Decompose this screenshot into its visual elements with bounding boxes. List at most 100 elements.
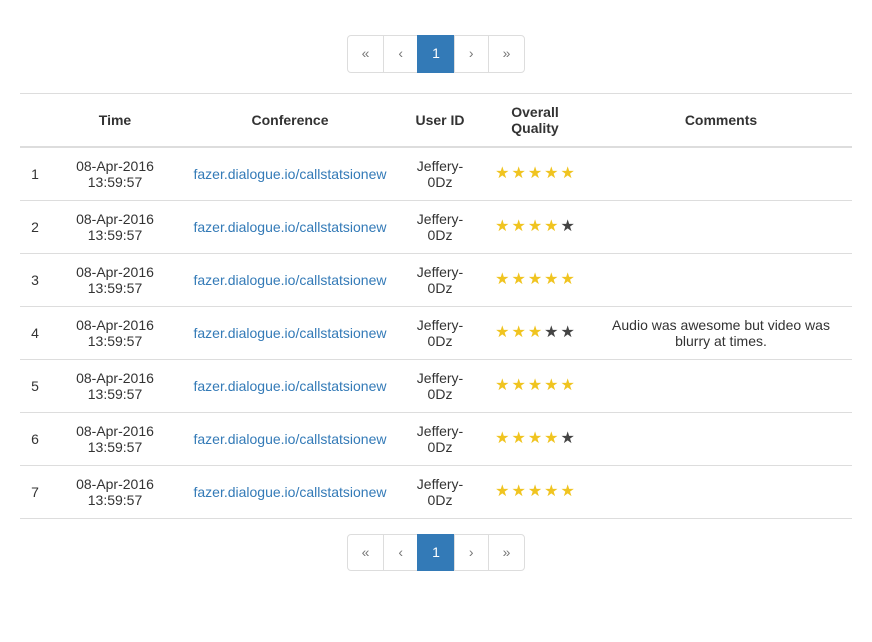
star-icon: ★ [495,376,509,395]
star-icon: ★ [528,482,542,501]
star-icon: ★ [544,323,558,342]
cell-user-id: Jeffery-0Dz [400,412,480,465]
star-rating: ★★★★★ [494,323,576,342]
conference-link[interactable]: fazer.dialogue.io/callstatsionew [193,272,386,288]
cell-conference: fazer.dialogue.io/callstatsionew [180,465,400,518]
page-next-button[interactable]: › [454,35,489,73]
page-prev-button[interactable]: ‹ [383,534,418,572]
star-icon: ★ [561,323,575,342]
star-icon: ★ [495,429,509,448]
star-rating: ★★★★★ [494,429,576,448]
feedback-table: Time Conference User ID Overall Quality … [20,93,852,519]
star-rating: ★★★★★ [494,270,576,289]
star-icon: ★ [561,164,575,183]
cell-conference: fazer.dialogue.io/callstatsionew [180,306,400,359]
cell-index: 6 [20,412,50,465]
star-icon: ★ [495,270,509,289]
star-icon: ★ [544,217,558,236]
cell-comments [590,359,852,412]
cell-conference: fazer.dialogue.io/callstatsionew [180,359,400,412]
page-number-button[interactable]: 1 [417,35,455,73]
cell-index: 4 [20,306,50,359]
cell-overall-quality: ★★★★★ [480,306,590,359]
star-icon: ★ [511,482,525,501]
cell-user-id: Jeffery-0Dz [400,359,480,412]
cell-index: 5 [20,359,50,412]
table-row: 208-Apr-2016 13:59:57 fazer.dialogue.io/c… [20,200,852,253]
header-overall-quality: Overall Quality [480,93,590,147]
cell-overall-quality: ★★★★★ [480,147,590,201]
header-time: Time [50,93,180,147]
cell-overall-quality: ★★★★★ [480,412,590,465]
cell-overall-quality: ★★★★★ [480,200,590,253]
conference-link[interactable]: fazer.dialogue.io/callstatsionew [193,378,386,394]
page-last-button[interactable]: » [488,35,526,73]
conference-link[interactable]: fazer.dialogue.io/callstatsionew [193,325,386,341]
cell-user-id: Jeffery-0Dz [400,253,480,306]
star-icon: ★ [561,270,575,289]
star-icon: ★ [528,217,542,236]
cell-overall-quality: ★★★★★ [480,253,590,306]
page-number-button[interactable]: 1 [417,534,455,572]
conference-link[interactable]: fazer.dialogue.io/callstatsionew [193,484,386,500]
cell-time: 08-Apr-2016 13:59:57 [50,306,180,359]
cell-user-id: Jeffery-0Dz [400,147,480,201]
star-icon: ★ [544,164,558,183]
conference-link[interactable]: fazer.dialogue.io/callstatsionew [193,219,386,235]
cell-comments [590,465,852,518]
cell-conference: fazer.dialogue.io/callstatsionew [180,412,400,465]
star-rating: ★★★★★ [494,482,576,501]
cell-time: 08-Apr-2016 13:59:57 [50,465,180,518]
star-icon: ★ [561,217,575,236]
cell-conference: fazer.dialogue.io/callstatsionew [180,253,400,306]
cell-conference: fazer.dialogue.io/callstatsionew [180,200,400,253]
cell-time: 08-Apr-2016 13:59:57 [50,359,180,412]
cell-index: 7 [20,465,50,518]
cell-index: 3 [20,253,50,306]
conference-link[interactable]: fazer.dialogue.io/callstatsionew [193,431,386,447]
cell-overall-quality: ★★★★★ [480,359,590,412]
page-first-button[interactable]: « [347,35,385,73]
cell-time: 08-Apr-2016 13:59:57 [50,200,180,253]
star-icon: ★ [544,482,558,501]
cell-comments [590,412,852,465]
table-row: 708-Apr-2016 13:59:57 fazer.dialogue.io/c… [20,465,852,518]
page-last-button[interactable]: » [488,534,526,572]
table-row: 108-Apr-2016 13:59:57 fazer.dialogue.io/c… [20,147,852,201]
star-icon: ★ [495,323,509,342]
star-icon: ★ [528,323,542,342]
cell-user-id: Jeffery-0Dz [400,465,480,518]
page-prev-button[interactable]: ‹ [383,35,418,73]
cell-time: 08-Apr-2016 13:59:57 [50,147,180,201]
star-icon: ★ [544,270,558,289]
star-icon: ★ [561,429,575,448]
table-header-row: Time Conference User ID Overall Quality … [20,93,852,147]
cell-user-id: Jeffery-0Dz [400,306,480,359]
star-icon: ★ [561,482,575,501]
cell-conference: fazer.dialogue.io/callstatsionew [180,147,400,201]
cell-comments [590,147,852,201]
star-icon: ★ [528,376,542,395]
cell-overall-quality: ★★★★★ [480,465,590,518]
star-icon: ★ [544,429,558,448]
pagination-top: « ‹ 1 › » [20,35,852,73]
star-rating: ★★★★★ [494,376,576,395]
cell-index: 2 [20,200,50,253]
star-icon: ★ [511,429,525,448]
star-icon: ★ [511,164,525,183]
star-icon: ★ [528,270,542,289]
star-icon: ★ [495,164,509,183]
star-icon: ★ [511,270,525,289]
star-icon: ★ [511,323,525,342]
pagination-group: « ‹ 1 › » [347,534,526,572]
star-rating: ★★★★★ [494,164,576,183]
cell-index: 1 [20,147,50,201]
page-first-button[interactable]: « [347,534,385,572]
conference-link[interactable]: fazer.dialogue.io/callstatsionew [193,166,386,182]
star-icon: ★ [511,217,525,236]
table-row: 308-Apr-2016 13:59:57fazer.dialogue.io/c… [20,253,852,306]
page-next-button[interactable]: › [454,534,489,572]
cell-comments [590,200,852,253]
cell-time: 08-Apr-2016 13:59:57 [50,412,180,465]
header-conference: Conference [180,93,400,147]
